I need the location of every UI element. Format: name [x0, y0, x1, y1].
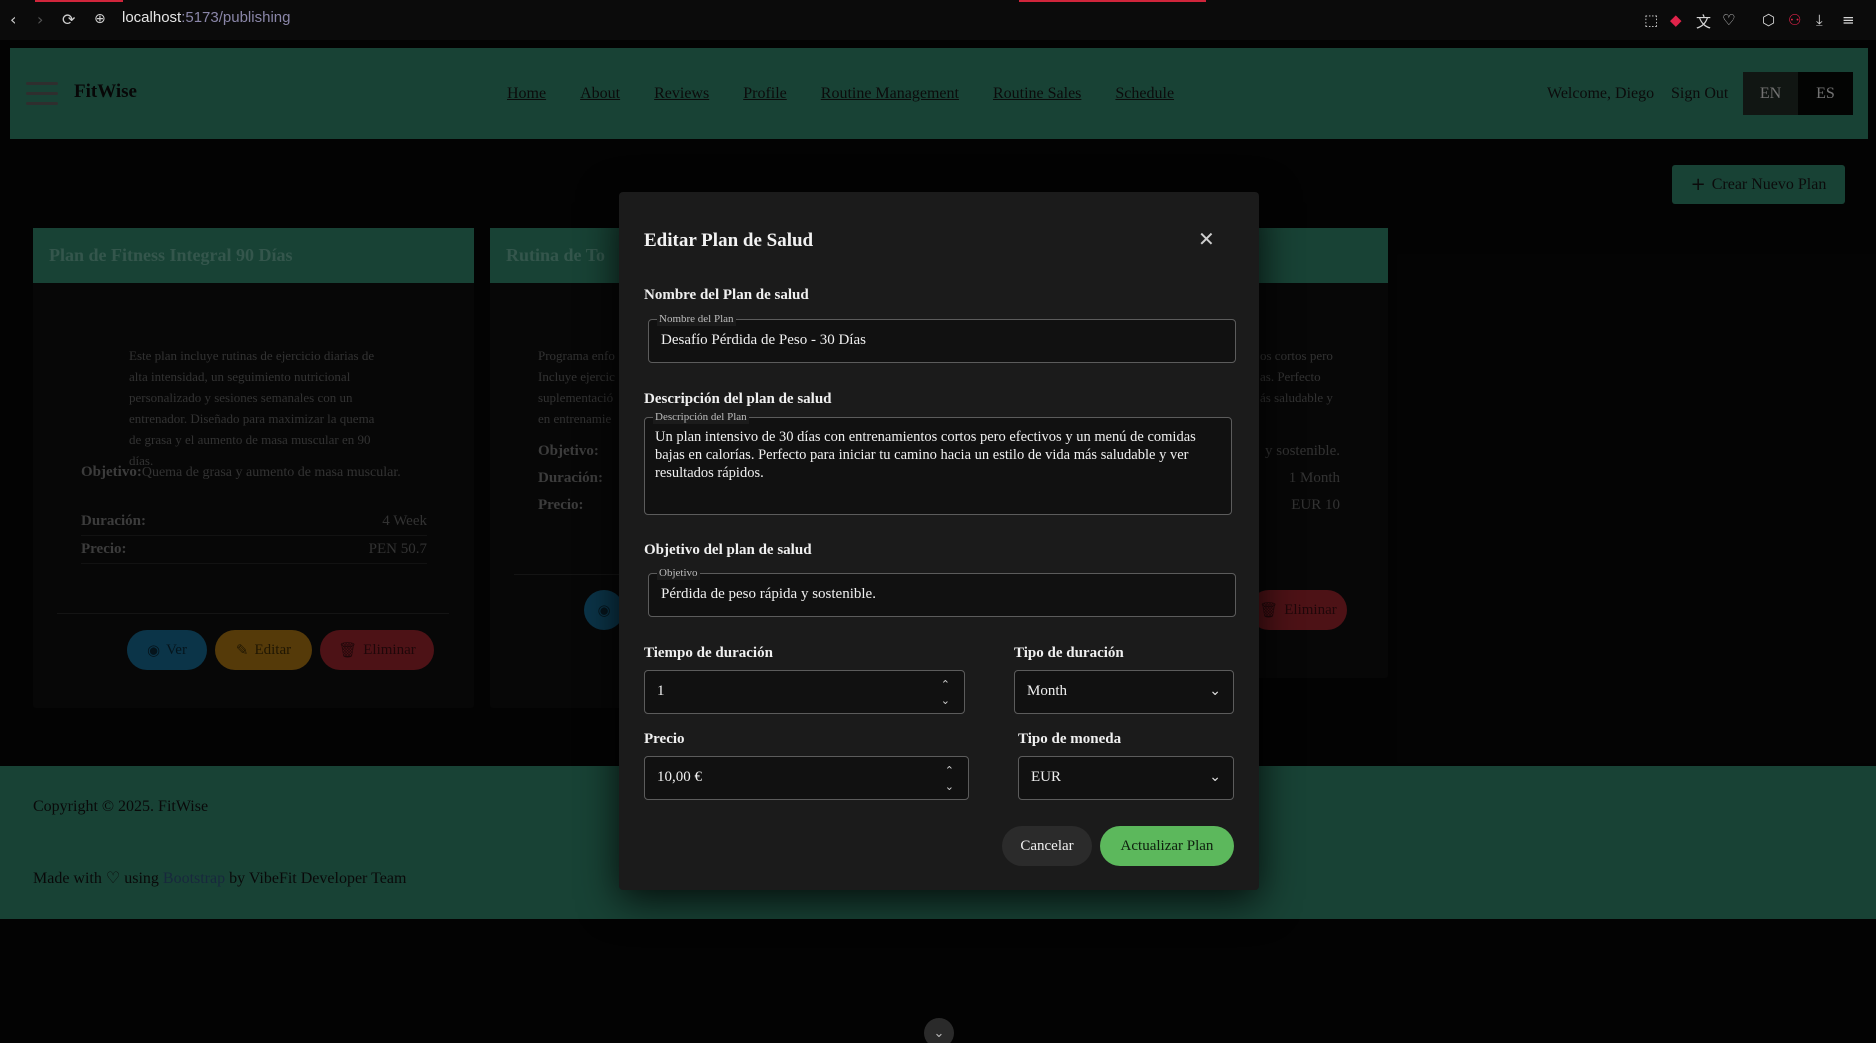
update-plan-button[interactable]: Actualizar Plan: [1100, 826, 1234, 866]
price-stepper[interactable]: 10,00 € ⌃ ⌄: [644, 756, 969, 800]
duration-type-label: Tipo de duración: [1014, 645, 1124, 661]
currency-value: EUR: [1031, 769, 1061, 785]
plan-objective-value: Pérdida de peso rápida y sostenible.: [661, 586, 876, 602]
price-value: 10,00 €: [657, 769, 702, 785]
plan-description-field[interactable]: Descripción del Plan: [644, 410, 1232, 515]
tab-accent-left: [35, 0, 123, 2]
reload-icon[interactable]: ⟳: [62, 10, 75, 29]
currency-select[interactable]: EUR ⌄: [1018, 756, 1234, 800]
globe-icon: ⊕: [94, 11, 106, 27]
screenshot-icon[interactable]: ⬚: [1644, 11, 1658, 29]
edit-plan-modal: Editar Plan de Salud ✕ Nombre del Plan d…: [619, 192, 1259, 890]
objective-section-label: Objetivo del plan de salud: [644, 542, 812, 558]
plan-objective-field[interactable]: Objetivo Pérdida de peso rápida y sosten…: [648, 566, 1236, 617]
duration-time-value: 1: [657, 683, 665, 699]
price-label: Precio: [644, 731, 685, 747]
pocket-icon[interactable]: ◆: [1670, 11, 1682, 29]
duration-type-select[interactable]: Month ⌄: [1014, 670, 1234, 714]
duration-time-label: Tiempo de duración: [644, 645, 773, 661]
chevron-down-icon: ⌄: [1209, 769, 1221, 785]
download-icon[interactable]: ⤓: [1816, 11, 1823, 29]
cancel-button[interactable]: Cancelar: [1002, 826, 1092, 866]
plan-objective-legend: Objetivo: [657, 566, 700, 580]
chevron-down-icon: ⌄: [1209, 683, 1221, 699]
extensions-icon[interactable]: ⬡: [1762, 11, 1775, 29]
close-icon[interactable]: ✕: [1198, 227, 1215, 251]
address-bar[interactable]: localhost:5173/publishing: [122, 9, 290, 26]
menu-icon[interactable]: ≡: [1842, 11, 1855, 29]
heart-icon[interactable]: ♡: [1722, 11, 1735, 29]
back-icon[interactable]: ‹: [10, 10, 16, 29]
currency-label: Tipo de moneda: [1018, 731, 1122, 747]
stepper-arrows-icon[interactable]: ⌃ ⌄: [945, 763, 954, 795]
url-host: localhost: [122, 9, 182, 26]
description-section-label: Descripción del plan de salud: [644, 391, 832, 407]
account-icon[interactable]: ⚇: [1788, 11, 1801, 29]
modal-title: Editar Plan de Salud: [644, 230, 814, 251]
browser-toolbar: ‹ › ⟳ ⊕ localhost:5173/publishing ⬚ ◆ 文 …: [0, 0, 1876, 40]
scroll-down-icon[interactable]: ⌄: [924, 1018, 954, 1043]
duration-type-value: Month: [1027, 683, 1068, 699]
plan-description-textarea[interactable]: [655, 428, 1225, 508]
stepper-arrows-icon[interactable]: ⌃ ⌄: [941, 677, 950, 709]
tab-accent-right: [1019, 0, 1206, 2]
url-path: :5173/publishing: [181, 9, 291, 26]
plan-description-legend: Descripción del Plan: [653, 410, 749, 424]
plan-name-field[interactable]: Nombre del Plan Desafío Pérdida de Peso …: [648, 312, 1236, 363]
plan-name-value: Desafío Pérdida de Peso - 30 Días: [661, 332, 866, 348]
translate-icon[interactable]: 文: [1696, 11, 1711, 32]
name-section-label: Nombre del Plan de salud: [644, 287, 809, 303]
duration-time-stepper[interactable]: 1 ⌃ ⌄: [644, 670, 965, 714]
plan-name-legend: Nombre del Plan: [657, 312, 736, 326]
forward-icon[interactable]: ›: [37, 10, 43, 29]
